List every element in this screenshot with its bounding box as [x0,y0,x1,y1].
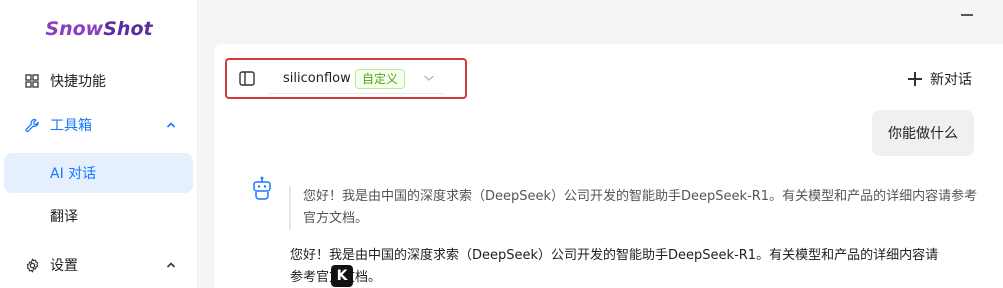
sidebar-toggle-icon[interactable] [239,71,255,86]
sidebar-item-ai-chat[interactable]: AI 对话 [4,153,193,193]
model-select[interactable]: siliconflow 自定义 [269,66,445,94]
chevron-down-icon [424,75,434,81]
assistant-answer: 您好！我是由中国的深度求索（DeepSeek）公司开发的智能助手DeepSeek… [290,245,980,288]
sidebar-item-label: AI 对话 [50,166,97,182]
minimize-button[interactable] [961,14,973,16]
sidebar-item-label: 快捷功能 [50,74,106,90]
sidebar-item-label: 工具箱 [50,118,92,134]
chevron-up-icon [166,122,176,128]
sidebar-item-toolbox[interactable]: 工具箱 [4,105,193,145]
new-chat-label: 新对话 [930,72,972,88]
chevron-up-icon [166,262,176,268]
sidebar: SnowShot 快捷功能 工具箱 AI 对话 翻译 设置 [0,0,198,288]
model-selector-bar: siliconflow 自定义 [225,58,467,99]
sidebar-item-label: 翻译 [50,209,78,225]
assistant-thinking: 您好！我是由中国的深度求索（DeepSeek）公司开发的智能助手DeepSeek… [289,186,979,230]
sidebar-item-label: 设置 [50,258,78,274]
gear-icon [24,257,40,273]
new-chat-button[interactable]: 新对话 [908,69,972,89]
sidebar-item-translate[interactable]: 翻译 [4,196,193,236]
answer-line: 您好！我是由中国的深度求索（DeepSeek）公司开发的智能助手DeepSeek… [290,248,939,263]
sidebar-item-settings[interactable]: 设置 [4,245,193,285]
sidebar-item-shortcuts[interactable]: 快捷功能 [4,61,193,101]
answer-line: 参考官方文档。 [290,267,980,288]
model-tag-badge: 自定义 [355,69,406,89]
plus-icon [908,72,922,86]
model-name: siliconflow [283,71,351,86]
user-message-text: 你能做什么 [888,126,958,142]
app-logo: SnowShot [45,18,153,40]
user-message: 你能做什么 [872,110,974,156]
robot-icon [253,176,271,200]
grid-icon [24,73,40,89]
floating-k-badge[interactable]: K [331,265,353,287]
wrench-icon [24,117,40,133]
